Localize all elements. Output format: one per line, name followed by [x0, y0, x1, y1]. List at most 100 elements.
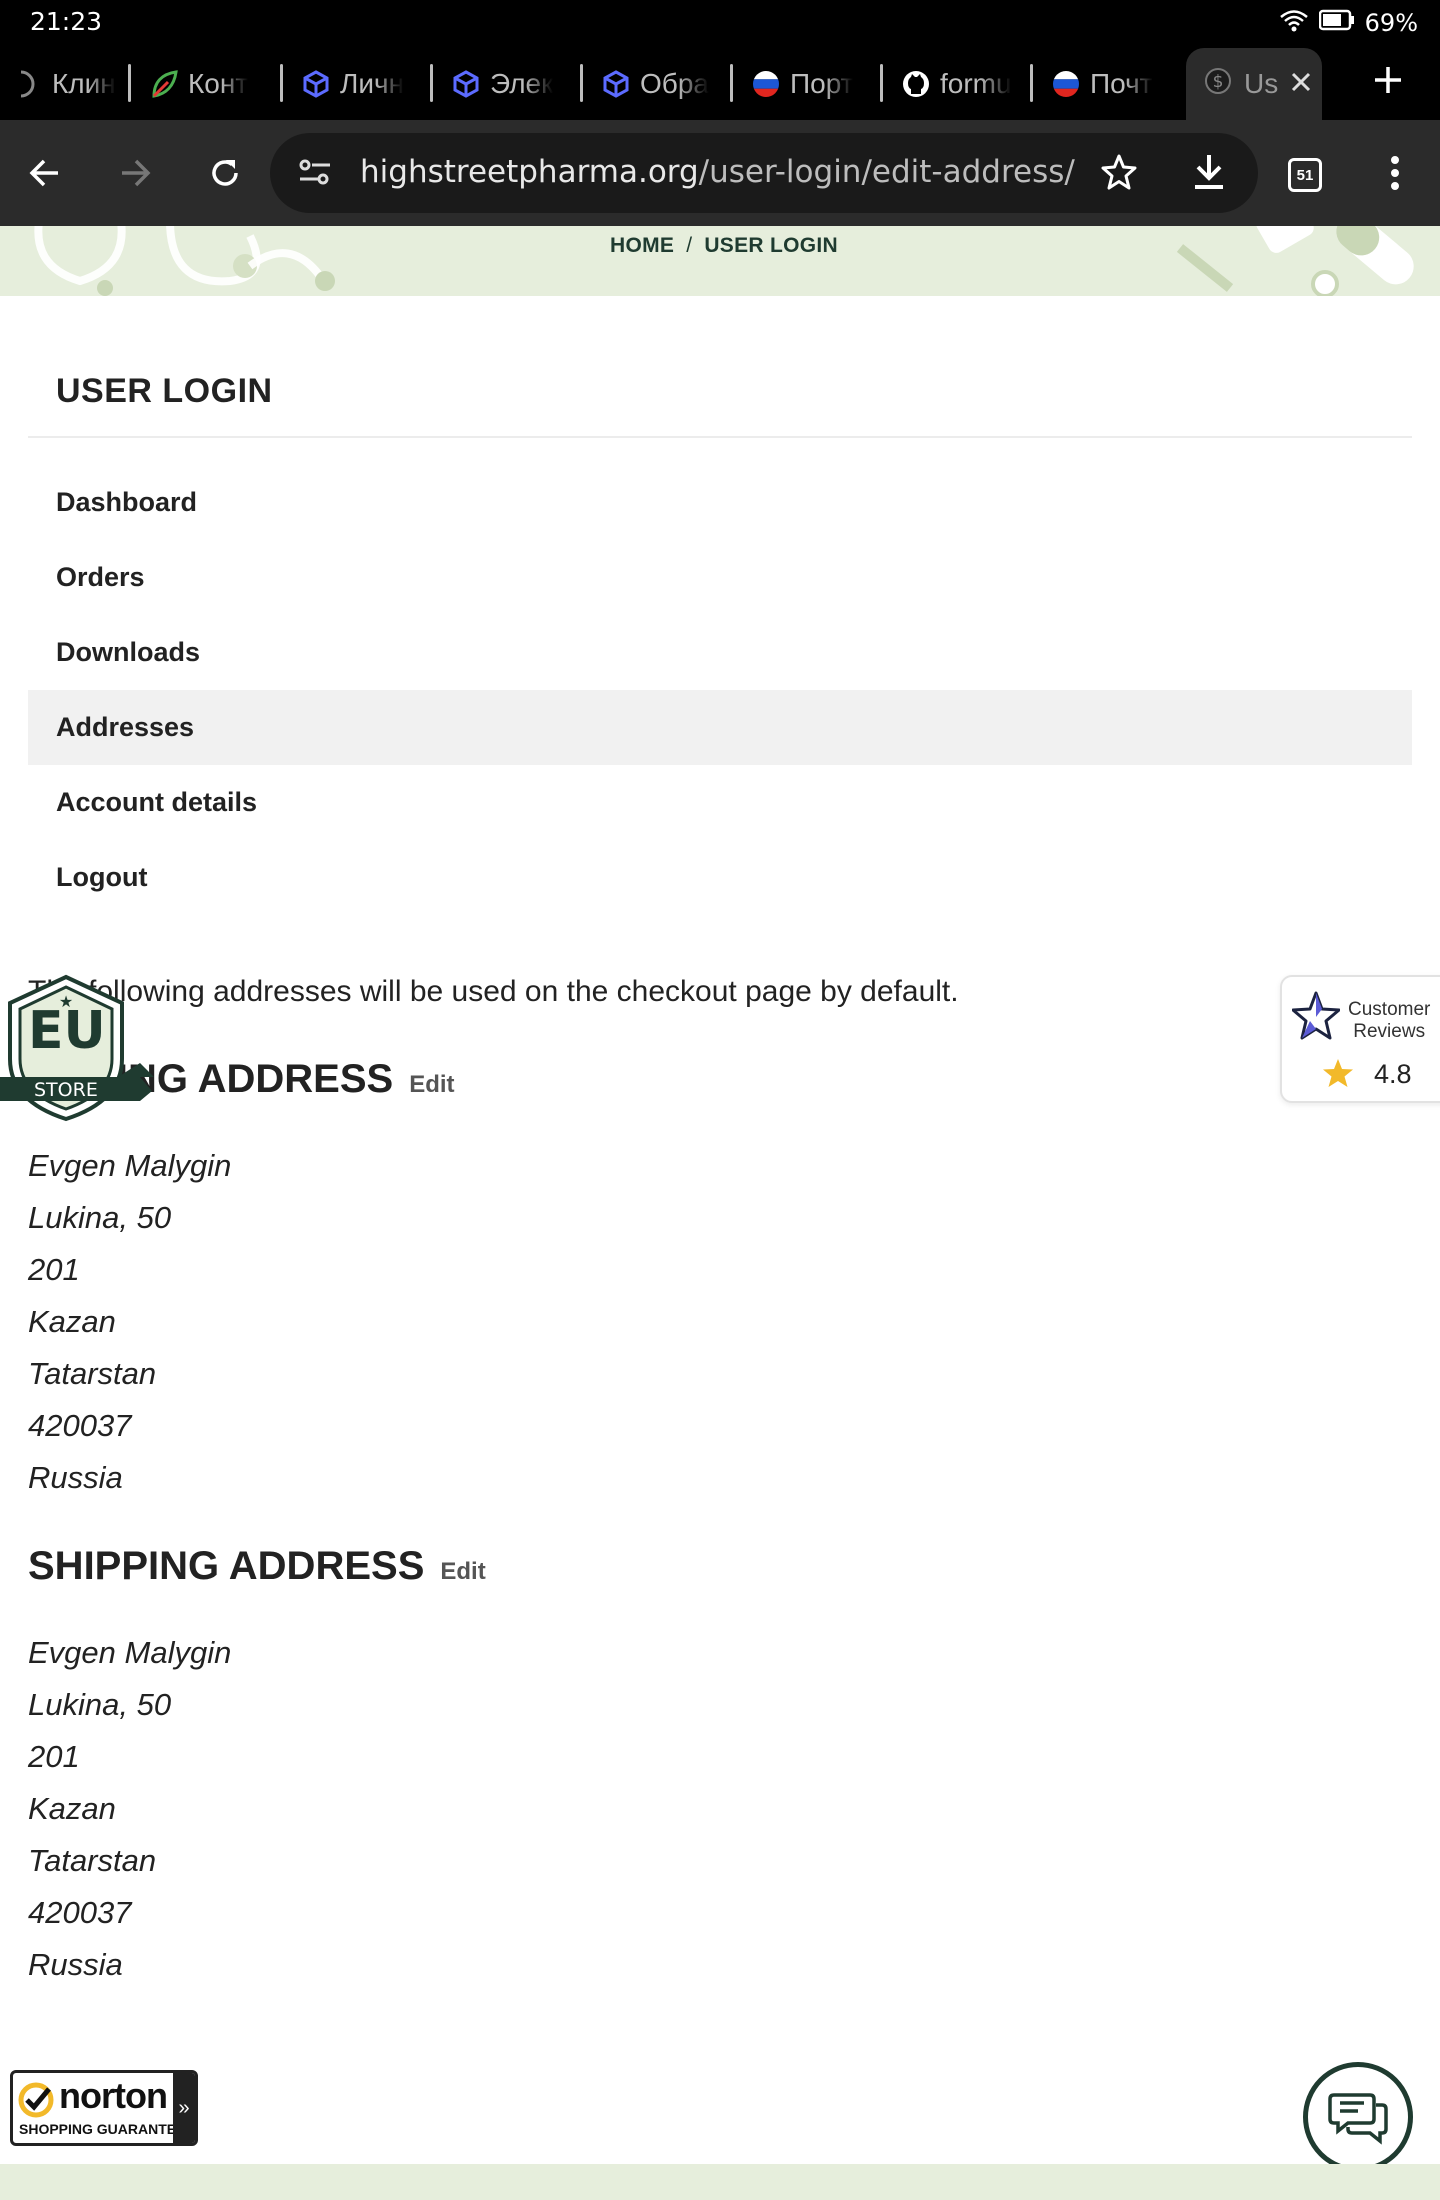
shipping-address-line: Tatarstan	[28, 1843, 157, 1878]
reviews-score: 4.8	[1374, 1059, 1412, 1089]
svg-text:$: $	[1213, 72, 1224, 92]
breadcrumb-separator: /	[686, 234, 693, 257]
nav-item-account-details[interactable]: Account details	[28, 765, 1412, 840]
billing-address-line: Kazan	[28, 1304, 116, 1339]
billing-address-line: Lukina, 50	[28, 1200, 172, 1235]
shipping-address-line: Evgen Malygin	[28, 1635, 232, 1670]
eu-store-badge[interactable]: ★ EU STORE	[0, 973, 160, 1123]
rating-star-icon	[1322, 1057, 1354, 1094]
billing-address-line: Evgen Malygin	[28, 1148, 232, 1183]
nav-item-downloads[interactable]: Downloads	[28, 615, 1412, 690]
github-icon	[902, 70, 930, 98]
tab-divider	[430, 64, 433, 102]
wifi-icon	[1279, 8, 1309, 38]
battery-icon	[1318, 9, 1355, 37]
tab-divider	[128, 64, 131, 102]
tab-divider	[1030, 64, 1033, 102]
footer-band	[0, 2164, 1440, 2200]
billing-address-line: Russia	[28, 1460, 123, 1495]
menu-button[interactable]	[1370, 148, 1420, 198]
close-tab-icon[interactable]	[1290, 68, 1312, 100]
forward-button[interactable]	[110, 148, 160, 198]
browser-tab[interactable]: Порт	[752, 56, 870, 112]
arrow-right-icon	[122, 159, 151, 187]
browser-tab[interactable]: Личн	[302, 56, 420, 112]
customer-reviews-widget[interactable]: Customer Reviews 4.8	[1280, 975, 1440, 1103]
shipping-address-line: Lukina, 50	[28, 1687, 172, 1722]
norton-shopping-guarantee-badge[interactable]: norton SHOPPING GUARANTEE »	[10, 2070, 198, 2146]
norton-check-icon	[17, 2081, 55, 2124]
active-tab-label: Us	[1244, 68, 1279, 99]
breadcrumb-current: USER LOGIN	[704, 234, 839, 257]
kebab-menu-icon	[1391, 156, 1399, 190]
plus-icon	[1375, 67, 1401, 93]
norton-name: norton	[59, 2075, 168, 2116]
nav-item-dashboard[interactable]: Dashboard	[28, 465, 1412, 540]
reload-icon	[212, 160, 238, 186]
shipping-address-title: SHIPPING ADDRESS	[28, 1544, 425, 1588]
back-button[interactable]	[20, 148, 70, 198]
status-bar: 21:23 69%	[0, 0, 1440, 46]
tab-divider	[730, 64, 733, 102]
shipping-address-line: Kazan	[28, 1791, 116, 1826]
shipping-address-line: 420037	[28, 1895, 132, 1930]
billing-address-line: Tatarstan	[28, 1356, 157, 1391]
pills-illustration	[1176, 226, 1414, 296]
battery-percent: 69%	[1364, 9, 1418, 37]
browser-tab[interactable]: Конт	[150, 56, 268, 112]
site-settings-icon[interactable]	[298, 157, 332, 192]
breadcrumb: HOME / USER LOGIN	[610, 234, 838, 258]
eu-badge-subtext: STORE	[34, 1079, 98, 1101]
browser-toolbar: highstreetpharma.org/user-login/edit-add…	[0, 120, 1440, 226]
cube-icon	[602, 70, 630, 98]
stethoscope-illustration	[34, 226, 335, 296]
leaf-icon	[150, 70, 178, 98]
shipping-address-line: 201	[28, 1739, 80, 1774]
reviews-label: Customer Reviews	[1348, 999, 1431, 1042]
browser-tab[interactable]: Обра	[602, 56, 720, 112]
cube-icon	[452, 70, 480, 98]
billing-edit-link[interactable]: Edit	[409, 1071, 454, 1099]
chat-bubbles-icon	[1328, 2093, 1388, 2145]
cube-icon	[302, 70, 330, 98]
reviews-star-logo-icon	[1291, 991, 1341, 1046]
browser-tab[interactable]: Элек	[452, 56, 570, 112]
billing-address-line: 420037	[28, 1408, 132, 1443]
browser-tab[interactable]: Почт	[1052, 56, 1170, 112]
status-time: 21:23	[30, 7, 103, 36]
download-icon[interactable]	[1192, 153, 1226, 196]
chevron-double-right-icon: »	[173, 2073, 195, 2143]
tab-divider	[280, 64, 283, 102]
shipping-address-heading: SHIPPING ADDRESS Edit	[28, 1544, 486, 1589]
chat-button[interactable]	[1303, 2062, 1413, 2172]
breadcrumb-home-link[interactable]: HOME	[610, 234, 674, 257]
addresses-intro: The following addresses will be used on …	[28, 975, 959, 1008]
browser-tab[interactable]: formu	[902, 56, 1020, 112]
page-title: USER LOGIN	[56, 372, 273, 410]
tab-divider	[880, 64, 883, 102]
address-bar[interactable]: highstreetpharma.org/user-login/edit-add…	[270, 133, 1258, 213]
norton-subtitle: SHOPPING GUARANTEE	[19, 2121, 186, 2137]
bookmark-star-icon[interactable]	[1100, 153, 1138, 196]
url-text: highstreetpharma.org/user-login/edit-add…	[360, 154, 1075, 190]
nav-item-logout[interactable]: Logout	[28, 840, 1412, 915]
browser-tab[interactable]: Клин	[14, 56, 114, 112]
nav-item-orders[interactable]: Orders	[28, 540, 1412, 615]
breadcrumb-banner: HOME / USER LOGIN	[0, 226, 1440, 296]
arrow-left-icon	[29, 159, 58, 187]
tab-divider	[580, 64, 583, 102]
reload-button[interactable]	[200, 148, 250, 198]
nav-item-addresses[interactable]: Addresses	[28, 690, 1412, 765]
dollar-icon: $	[1204, 67, 1232, 102]
status-indicators: 69%	[1279, 8, 1418, 38]
new-tab-button[interactable]	[1366, 58, 1410, 102]
title-divider	[28, 436, 1412, 438]
eu-badge-text: EU	[28, 1001, 106, 1061]
russia-flag-icon	[752, 70, 780, 98]
active-tab[interactable]: $ Us	[1186, 48, 1322, 120]
generic-site-icon	[14, 70, 42, 98]
billing-address-line: 201	[28, 1252, 80, 1287]
tab-switcher-button[interactable]: 51	[1288, 158, 1322, 192]
shipping-edit-link[interactable]: Edit	[440, 1558, 485, 1586]
russia-flag-icon	[1052, 70, 1080, 98]
